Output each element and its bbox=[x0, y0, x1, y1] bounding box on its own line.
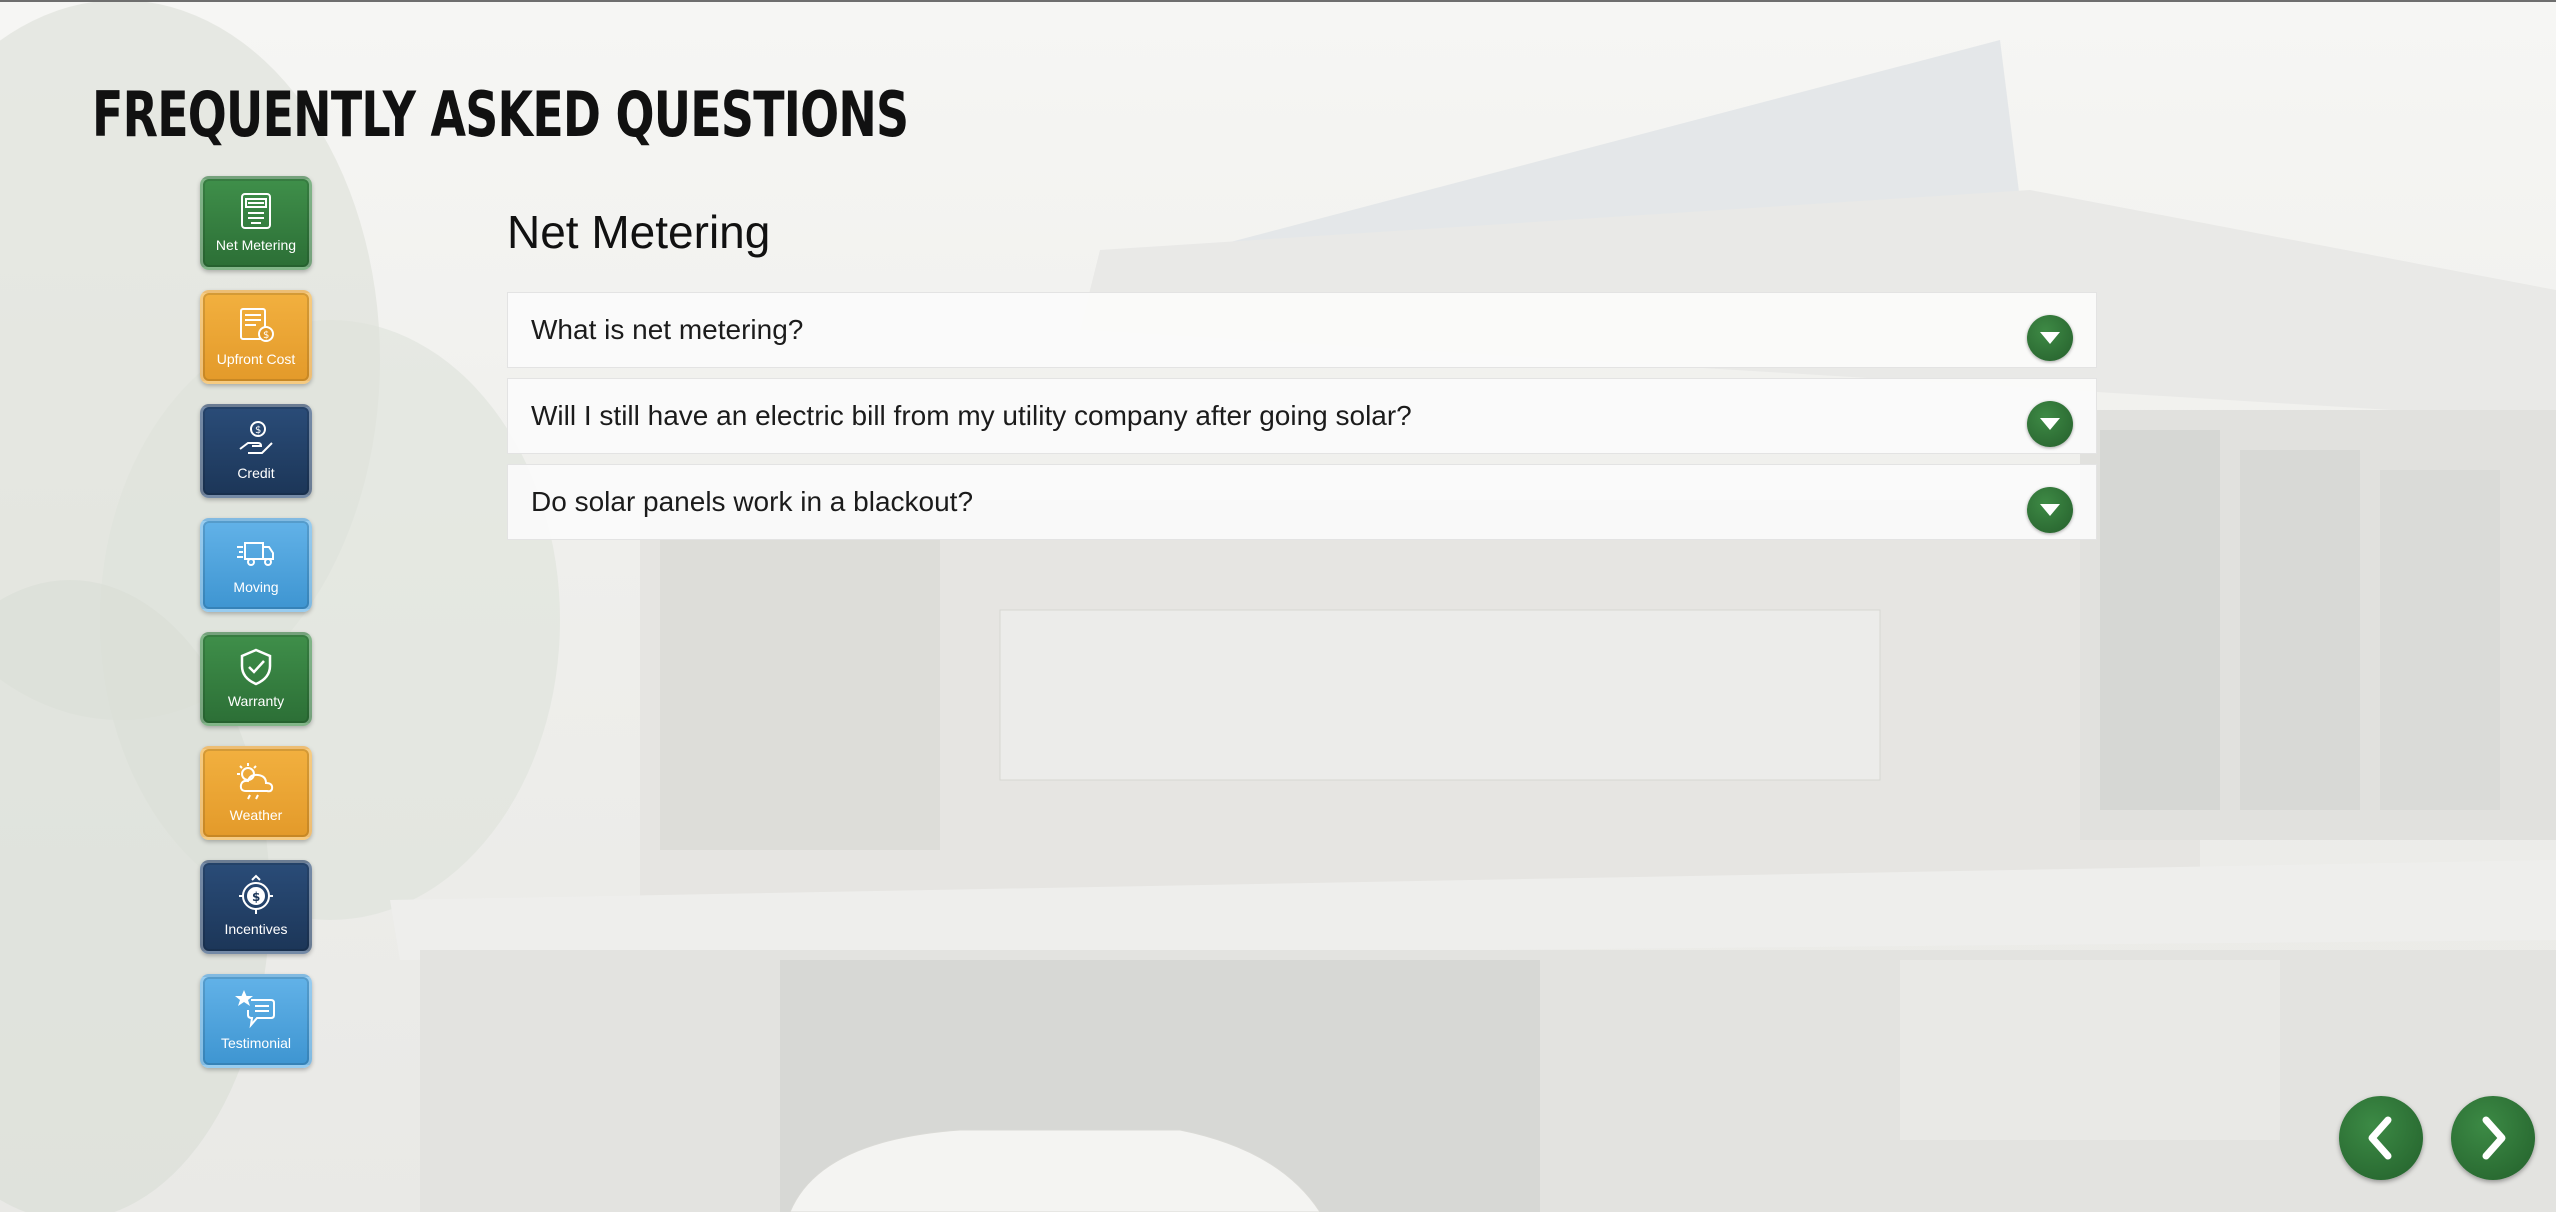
star-chat-icon bbox=[232, 985, 280, 1033]
page-title: FREQUENTLY ASKED QUESTIONS bbox=[92, 78, 909, 151]
svg-text:$: $ bbox=[263, 330, 269, 341]
category-net-metering[interactable]: Net Metering bbox=[200, 176, 312, 270]
chevron-left-icon bbox=[2368, 1116, 2392, 1160]
faq-question: Will I still have an electric bill from … bbox=[531, 400, 1412, 431]
category-label: Net Metering bbox=[215, 237, 297, 253]
category-moving[interactable]: Moving bbox=[200, 518, 312, 612]
category-label: Testimonial bbox=[220, 1035, 292, 1051]
svg-text:$: $ bbox=[255, 425, 261, 436]
dollar-badge-icon: $ bbox=[232, 871, 280, 919]
category-sidebar: Net Metering $ Upfront Cost $ Credit Mov… bbox=[200, 176, 314, 1088]
faq-question: Do solar panels work in a blackout? bbox=[531, 486, 974, 517]
category-incentives[interactable]: $ Incentives bbox=[200, 860, 312, 954]
faq-item[interactable]: Will I still have an electric bill from … bbox=[507, 378, 2097, 454]
category-label: Moving bbox=[233, 579, 279, 595]
category-label: Incentives bbox=[224, 921, 288, 937]
invoice-icon: $ bbox=[232, 301, 280, 349]
hand-dollar-icon: $ bbox=[232, 415, 280, 463]
caret-down-icon[interactable] bbox=[2027, 487, 2073, 533]
category-label: Weather bbox=[229, 807, 283, 823]
category-weather[interactable]: Weather bbox=[200, 746, 312, 840]
category-warranty[interactable]: Warranty bbox=[200, 632, 312, 726]
faq-item[interactable]: What is net metering? bbox=[507, 292, 2097, 368]
faq-question: What is net metering? bbox=[531, 314, 804, 345]
next-button[interactable] bbox=[2451, 1096, 2535, 1180]
meter-icon bbox=[232, 187, 280, 235]
faq-item[interactable]: Do solar panels work in a blackout? bbox=[507, 464, 2097, 540]
caret-down-icon[interactable] bbox=[2027, 315, 2073, 361]
top-border bbox=[0, 0, 2556, 2]
shield-check-icon bbox=[232, 643, 280, 691]
category-label: Credit bbox=[237, 465, 275, 481]
faq-accordion: What is net metering? Will I still have … bbox=[507, 292, 2097, 550]
chevron-right-icon bbox=[2482, 1116, 2506, 1160]
previous-button[interactable] bbox=[2339, 1096, 2423, 1180]
svg-text:$: $ bbox=[252, 890, 260, 904]
category-testimonial[interactable]: Testimonial bbox=[200, 974, 312, 1068]
category-label: Upfront Cost bbox=[216, 351, 296, 367]
category-label: Warranty bbox=[227, 693, 285, 709]
category-credit[interactable]: $ Credit bbox=[200, 404, 312, 498]
house-illustration bbox=[0, 0, 2556, 1212]
truck-icon bbox=[232, 529, 280, 577]
sun-cloud-icon bbox=[232, 757, 280, 805]
caret-down-icon[interactable] bbox=[2027, 401, 2073, 447]
background-house-image bbox=[0, 0, 2556, 1212]
faq-section-title: Net Metering bbox=[507, 206, 771, 258]
category-upfront-cost[interactable]: $ Upfront Cost bbox=[200, 290, 312, 384]
